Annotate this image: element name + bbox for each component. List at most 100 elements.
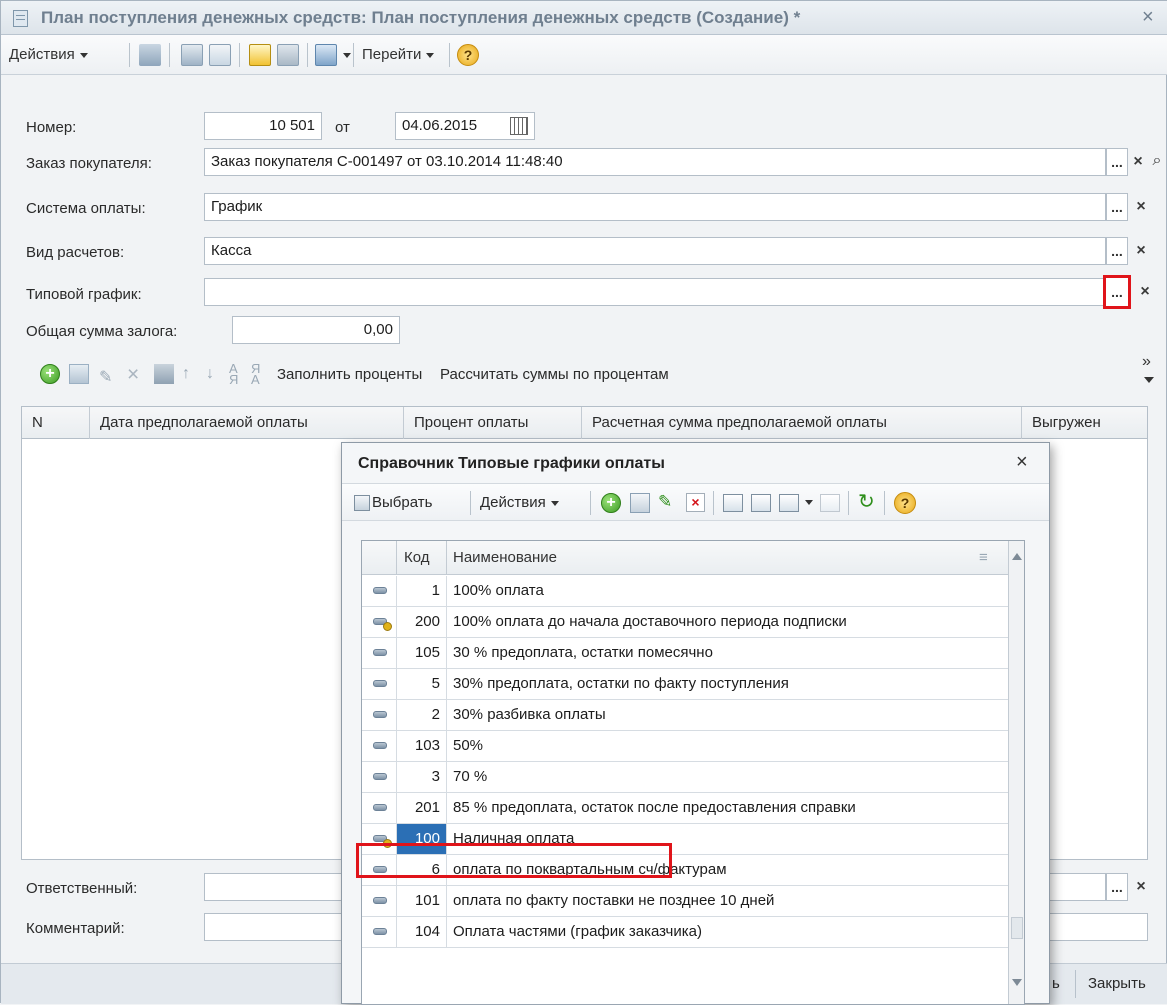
item-name: 30% разбивка оплаты <box>453 706 606 723</box>
payment-system-clear-icon[interactable]: × <box>1131 193 1151 221</box>
move-down-icon[interactable]: ↓ <box>206 365 214 383</box>
refresh-icon[interactable]: ↻ <box>858 489 875 514</box>
item-code: 104 <box>397 917 447 947</box>
move-up-icon[interactable]: ↑ <box>182 365 190 383</box>
settlement-type-clear-icon[interactable]: × <box>1131 237 1151 265</box>
template-schedule-select-button[interactable]: ... <box>1103 275 1131 309</box>
responsible-select-button[interactable]: ... <box>1106 873 1128 901</box>
more-actions-icon[interactable]: » <box>1142 353 1151 371</box>
close-button[interactable]: Закрыть <box>1088 975 1146 992</box>
calendar-icon[interactable] <box>510 117 528 135</box>
help-icon[interactable]: ? <box>457 44 479 66</box>
actions-menu[interactable]: Действия <box>9 46 88 63</box>
payment-system-select-button[interactable]: ... <box>1106 193 1128 221</box>
column-header-code[interactable]: Код <box>397 541 447 575</box>
settlement-type-select-button[interactable]: ... <box>1106 237 1128 265</box>
create-based-on-icon[interactable] <box>315 44 337 66</box>
list-item[interactable]: 104 Оплата частями (график заказчика) <box>362 917 1008 948</box>
settlement-type-field[interactable]: Касса <box>204 237 1106 265</box>
item-code: 201 <box>397 793 447 823</box>
unpost-document-icon[interactable] <box>277 44 299 66</box>
main-toolbar: Действия Перейти ? <box>1 35 1167 75</box>
responsible-clear-icon[interactable]: × <box>1131 873 1151 901</box>
copy-row-icon[interactable] <box>69 364 89 384</box>
schedule-catalog-dialog: Справочник Типовые графики оплаты × Выбр… <box>341 442 1050 1005</box>
post-and-close-icon[interactable] <box>139 44 161 66</box>
list-item[interactable]: 200 100% оплата до начала доставочного пе… <box>362 607 1008 638</box>
copy-icon[interactable] <box>209 44 231 66</box>
customer-order-select-button[interactable]: ... <box>1106 148 1128 176</box>
sort-asc-icon[interactable]: АЯ <box>229 362 238 386</box>
list-item[interactable]: 1 100% оплата <box>362 576 1008 607</box>
item-code: 1 <box>397 576 447 606</box>
list-item[interactable]: 2 30% разбивка оплаты <box>362 700 1008 731</box>
item-icon <box>373 587 387 594</box>
item-code: 105 <box>397 638 447 668</box>
add-item-icon[interactable]: + <box>601 493 621 513</box>
item-type-cell <box>362 886 397 916</box>
create-based-on-dropdown-icon[interactable] <box>343 53 351 58</box>
post-document-icon[interactable] <box>249 44 271 66</box>
select-button[interactable]: Выбрать <box>372 494 432 511</box>
delete-row-icon[interactable]: × <box>127 363 139 387</box>
edit-item-icon[interactable]: ✎ <box>658 492 672 512</box>
column-header-exported[interactable]: Выгружен <box>1022 407 1147 439</box>
vertical-scrollbar[interactable] <box>1008 541 1024 1004</box>
filter-icon[interactable] <box>751 494 771 512</box>
column-header-percent[interactable]: Процент оплаты <box>404 407 582 439</box>
dialog-close-icon[interactable]: × <box>1016 451 1028 474</box>
item-marked-icon <box>373 835 392 848</box>
close-window-icon[interactable]: × <box>1142 6 1154 29</box>
dialog-actions-menu[interactable]: Действия <box>480 494 559 511</box>
more-actions-dropdown-icon[interactable] <box>1144 377 1154 383</box>
item-type-cell <box>362 793 397 823</box>
number-field[interactable]: 10 501 <box>204 112 322 140</box>
column-header-date[interactable]: Дата предполагаемой оплаты <box>90 407 404 439</box>
table-header: N Дата предполагаемой оплаты Процент опл… <box>22 407 1147 439</box>
schedule-list[interactable]: Код Наименование ≡ 1 100% оплата 200 100% о… <box>361 540 1025 1005</box>
dialog-help-icon[interactable]: ? <box>894 492 916 514</box>
item-name: 85 % предоплата, остаток после предостав… <box>453 799 856 816</box>
deposit-total-label: Общая сумма залога: <box>26 323 178 340</box>
list-item[interactable]: 103 50% <box>362 731 1008 762</box>
column-header-sum[interactable]: Расчетная сумма предполагаемой оплаты <box>582 407 1022 439</box>
list-item[interactable]: 101 оплата по факту поставки не позднее 1… <box>362 886 1008 917</box>
end-edit-icon[interactable] <box>154 364 174 384</box>
item-code: 5 <box>397 669 447 699</box>
template-schedule-field[interactable] <box>204 278 1106 306</box>
save-icon[interactable] <box>181 44 203 66</box>
list-item[interactable]: 3 70 % <box>362 762 1008 793</box>
item-icon <box>373 649 387 656</box>
filter-history-icon[interactable] <box>779 494 799 512</box>
filter-by-value-icon[interactable] <box>723 494 743 512</box>
calc-sums-button[interactable]: Рассчитать суммы по процентам <box>440 366 669 383</box>
deposit-total-field[interactable]: 0,00 <box>232 316 400 344</box>
select-icon[interactable] <box>354 495 370 511</box>
item-icon <box>373 680 387 687</box>
customer-order-clear-icon[interactable]: × <box>1128 148 1148 176</box>
list-item[interactable]: 5 30% предоплата, остатки по факту поступ… <box>362 669 1008 700</box>
fill-percents-button[interactable]: Заполнить проценты <box>277 366 422 383</box>
goto-menu[interactable]: Перейти <box>362 46 435 63</box>
customer-order-open-icon[interactable]: ⌕ <box>1147 148 1167 176</box>
template-schedule-clear-icon[interactable]: × <box>1135 278 1155 306</box>
sort-desc-icon[interactable]: ЯА <box>251 362 260 386</box>
payment-system-field[interactable]: График <box>204 193 1106 221</box>
item-code: 200 <box>397 607 447 637</box>
column-header-n[interactable]: N <box>22 407 90 439</box>
scroll-up-icon[interactable] <box>1012 553 1022 560</box>
list-item[interactable]: 105 30 % предоплата, остатки помесячно <box>362 638 1008 669</box>
column-header-name[interactable]: Наименование ≡ <box>447 541 1008 575</box>
partial-button-label[interactable]: ь <box>1052 975 1060 992</box>
document-window: План поступления денежных средств: План … <box>0 0 1167 1005</box>
mark-delete-icon[interactable]: × <box>686 493 705 512</box>
edit-row-icon[interactable]: ✎ <box>99 367 112 387</box>
customer-order-field[interactable]: Заказ покупателя С-001497 от 03.10.2014 … <box>204 148 1106 176</box>
scroll-down-icon[interactable] <box>1012 979 1022 986</box>
clear-filter-icon[interactable] <box>820 494 840 512</box>
filter-history-dropdown-icon[interactable] <box>805 500 813 505</box>
scroll-thumb[interactable] <box>1011 917 1023 939</box>
copy-item-icon[interactable] <box>630 493 650 513</box>
list-item[interactable]: 201 85 % предоплата, остаток после предос… <box>362 793 1008 824</box>
add-row-icon[interactable]: + <box>40 364 60 384</box>
